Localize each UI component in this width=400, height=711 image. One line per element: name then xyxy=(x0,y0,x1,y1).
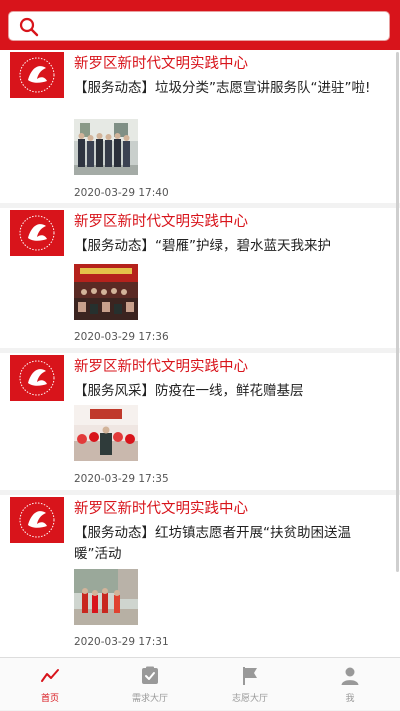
clipboard-check-icon xyxy=(142,666,158,684)
search-box[interactable] xyxy=(8,11,390,41)
tab-label: 志愿大厅 xyxy=(231,694,268,704)
news-thumbnail[interactable] xyxy=(74,569,138,625)
top-bar xyxy=(0,0,400,50)
search-icon[interactable] xyxy=(19,17,39,37)
list-item[interactable]: 新罗区新时代文明实践中心 【服务动态】垃圾分类”志愿宣讲服务队“进驻”啦! 20… xyxy=(0,50,400,203)
timestamp: 2020-03-29 17:31 xyxy=(74,636,169,648)
org-logo xyxy=(10,210,64,256)
org-logo xyxy=(10,52,64,98)
news-title[interactable]: 【服务动态】红坊镇志愿者开展“扶贫助困送温暖”活动 xyxy=(74,523,384,565)
org-name: 新罗区新时代文明实践中心 xyxy=(74,56,248,72)
trend-icon xyxy=(41,669,59,682)
news-title[interactable]: 【服务动态】垃圾分类”志愿宣讲服务队“进驻”啦! xyxy=(74,78,384,99)
news-thumbnail[interactable] xyxy=(74,405,138,461)
tab-demand-hall[interactable]: 需求大厅 xyxy=(100,658,200,711)
tab-label: 我 xyxy=(345,694,355,704)
org-name: 新罗区新时代文明实践中心 xyxy=(74,214,248,230)
news-title[interactable]: 【服务风采】防疫在一线，鲜花赠基层 xyxy=(74,381,384,402)
news-thumbnail[interactable] xyxy=(74,119,138,175)
news-feed: 新罗区新时代文明实践中心 【服务动态】垃圾分类”志愿宣讲服务队“进驻”啦! 20… xyxy=(0,50,400,657)
tab-volunteer-hall[interactable]: 志愿大厅 xyxy=(200,658,300,711)
tab-home[interactable]: 首页 xyxy=(0,658,100,711)
list-item[interactable]: 新罗区新时代文明实践中心 【服务风采】防疫在一线，鲜花赠基层 2020-03-2… xyxy=(0,353,400,490)
news-title[interactable]: 【服务动态】“碧雁”护绿，碧水蓝天我来护 xyxy=(74,236,384,257)
tab-label: 首页 xyxy=(40,694,59,704)
person-icon xyxy=(341,667,359,685)
tab-label: 需求大厅 xyxy=(131,694,168,704)
flag-icon xyxy=(243,667,257,685)
list-item[interactable]: 新罗区新时代文明实践中心 【服务动态】“碧雁”护绿，碧水蓝天我来护 2020-0… xyxy=(0,208,400,348)
org-name: 新罗区新时代文明实践中心 xyxy=(74,359,248,375)
news-thumbnail[interactable] xyxy=(74,264,138,320)
bottom-tab-bar: 首页 需求大厅 志愿大厅 我 xyxy=(0,657,400,710)
timestamp: 2020-03-29 17:35 xyxy=(74,473,169,485)
timestamp: 2020-03-29 17:40 xyxy=(74,187,169,199)
org-logo xyxy=(10,497,64,543)
org-logo xyxy=(10,355,64,401)
org-name: 新罗区新时代文明实践中心 xyxy=(74,501,248,517)
list-item[interactable]: 新罗区新时代文明实践中心 【服务动态】红坊镇志愿者开展“扶贫助困送温暖”活动 2… xyxy=(0,495,400,657)
timestamp: 2020-03-29 17:36 xyxy=(74,331,169,343)
scrollbar[interactable] xyxy=(396,52,399,572)
tab-me[interactable]: 我 xyxy=(300,658,400,711)
